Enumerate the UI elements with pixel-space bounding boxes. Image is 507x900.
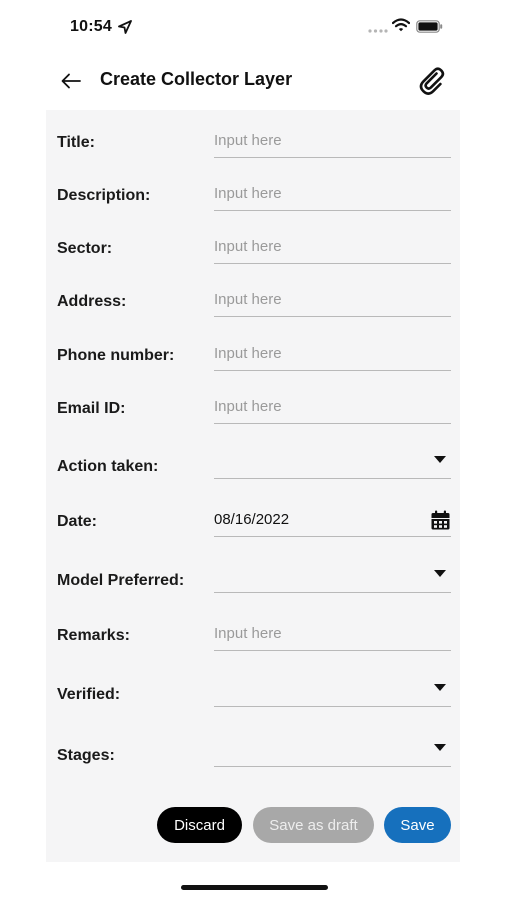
title-placeholder: Input here bbox=[214, 132, 282, 149]
sector-label: Sector: bbox=[57, 240, 113, 257]
title-input[interactable]: Input here bbox=[214, 128, 451, 158]
model-preferred-select[interactable] bbox=[214, 563, 451, 593]
app-header: Create Collector Layer bbox=[0, 54, 507, 108]
home-indicator bbox=[181, 885, 328, 890]
caret-down-icon bbox=[434, 684, 446, 691]
email-label: Email ID: bbox=[57, 400, 126, 417]
paperclip-icon[interactable] bbox=[418, 66, 446, 96]
action-taken-label: Action taken: bbox=[57, 458, 159, 475]
sector-input[interactable]: Input here bbox=[214, 234, 451, 264]
address-placeholder: Input here bbox=[214, 291, 282, 308]
wifi-icon bbox=[392, 18, 410, 32]
phone-label: Phone number: bbox=[57, 347, 175, 364]
back-arrow-icon[interactable] bbox=[60, 71, 82, 91]
verified-select[interactable] bbox=[214, 677, 451, 707]
description-label: Description: bbox=[57, 187, 151, 204]
page-title: Create Collector Layer bbox=[100, 69, 293, 89]
signal-dots-icon bbox=[368, 29, 388, 33]
date-input[interactable]: 08/16/2022 bbox=[214, 507, 451, 537]
remarks-label: Remarks: bbox=[57, 627, 130, 644]
discard-button[interactable]: Discard bbox=[157, 807, 242, 843]
battery-icon bbox=[416, 20, 443, 33]
verified-label: Verified: bbox=[57, 686, 121, 703]
status-time: 10:54 bbox=[70, 18, 112, 35]
description-placeholder: Input here bbox=[214, 185, 282, 202]
location-arrow-icon bbox=[118, 20, 132, 34]
calendar-icon[interactable] bbox=[431, 510, 450, 530]
remarks-placeholder: Input here bbox=[214, 625, 282, 642]
stages-select[interactable] bbox=[214, 737, 451, 767]
address-input[interactable]: Input here bbox=[214, 287, 451, 317]
form-panel: Title: Input here Description: Input her… bbox=[46, 110, 460, 862]
model-preferred-label: Model Preferred: bbox=[57, 572, 185, 589]
action-taken-select[interactable] bbox=[214, 449, 451, 479]
sector-placeholder: Input here bbox=[214, 238, 282, 255]
phone-placeholder: Input here bbox=[214, 345, 282, 362]
date-label: Date: bbox=[57, 513, 98, 530]
address-label: Address: bbox=[57, 293, 127, 310]
save-as-draft-button[interactable]: Save as draft bbox=[253, 807, 374, 843]
caret-down-icon bbox=[434, 456, 446, 463]
date-value: 08/16/2022 bbox=[214, 511, 290, 528]
email-placeholder: Input here bbox=[214, 398, 282, 415]
email-input[interactable]: Input here bbox=[214, 394, 451, 424]
remarks-input[interactable]: Input here bbox=[214, 621, 451, 651]
status-bar: 10:54 bbox=[0, 0, 507, 54]
stages-label: Stages: bbox=[57, 747, 115, 764]
description-input[interactable]: Input here bbox=[214, 181, 451, 211]
phone-input[interactable]: Input here bbox=[214, 341, 451, 371]
save-button[interactable]: Save bbox=[384, 807, 451, 843]
caret-down-icon bbox=[434, 744, 446, 751]
caret-down-icon bbox=[434, 570, 446, 577]
title-label: Title: bbox=[57, 134, 95, 151]
